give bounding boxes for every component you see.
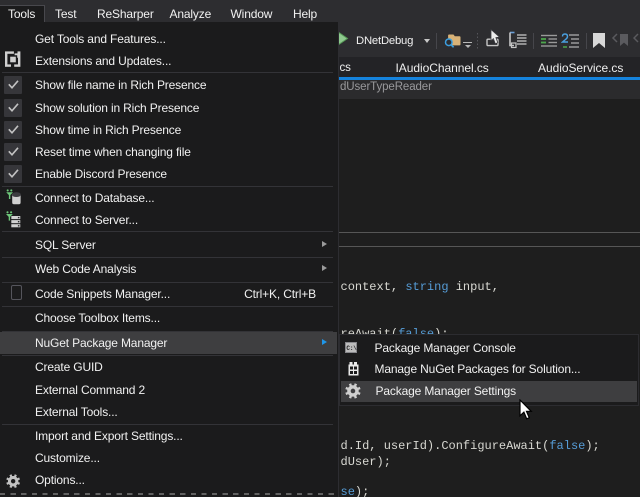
svg-text:C:\: C:\ [346, 345, 357, 352]
